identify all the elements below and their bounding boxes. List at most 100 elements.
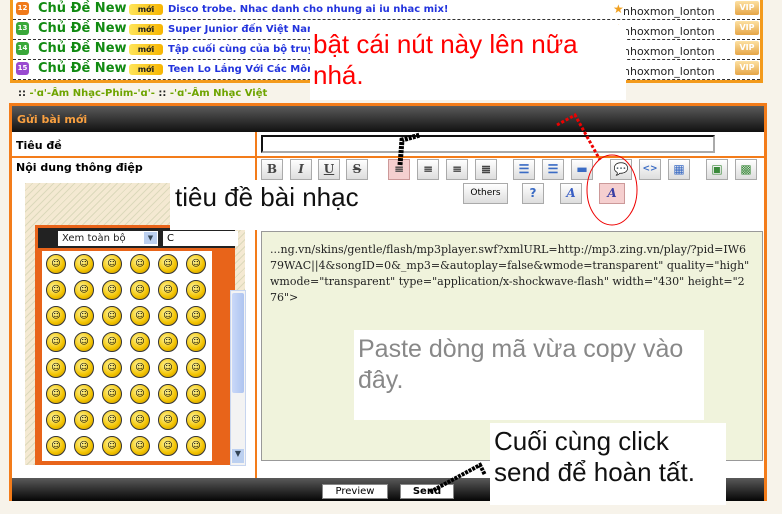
breadcrumb-link[interactable]: -'ɑ'-Âm Nhạc-Phim-'ɑ'- [29,88,154,99]
align-left-icon[interactable]: ≡ [388,159,410,180]
new-badge: mới [129,24,163,35]
code-icon[interactable]: <> [639,159,661,180]
smiley-icon[interactable]: ☺ [102,254,122,274]
smiley-icon[interactable]: ☺ [74,280,94,300]
smiley-icon[interactable]: ☺ [102,306,122,326]
smiley-icon[interactable]: ☺ [130,306,150,326]
smiley-icon[interactable]: ☺ [158,384,178,404]
smiley-icon[interactable]: ☺ [46,280,66,300]
preview-button[interactable]: Preview [322,484,388,499]
topic-user-link[interactable]: nhoxmon_lonton [623,65,715,78]
topic-user-link[interactable]: nhoxmon_lonton [623,25,715,38]
smiley-icon[interactable]: ☺ [102,332,122,352]
vip-badge: VIP [735,61,759,75]
remove-format-icon[interactable]: A [560,183,582,204]
smiley-icon[interactable]: ☺ [74,358,94,378]
smiley-icon[interactable]: ☺ [74,410,94,430]
smiley-box: Xem toàn bộ ▼ C ☺ ☺ ☺ ☺ ☺ ☺ ☺ ☺ ☺ ☺ ☺ ☺ ☺ ☺ ☺ ☺ ☺ ☺ ☺ ☺ ☺ ☺ ☺ ☺ ☺… [35,225,238,465]
smiley-icon[interactable]: ☺ [102,358,122,378]
smiley-icon[interactable]: ☺ [186,384,206,404]
smiley-icon[interactable]: ☺ [130,254,150,274]
others-button[interactable]: Others [463,183,508,204]
smiley-select-value: Xem toàn bộ [62,233,126,244]
smiley-icon[interactable]: ☺ [158,436,178,456]
smiley-icon[interactable]: ☺ [158,306,178,326]
bold-button[interactable]: B [261,159,283,180]
topic-number-icon: 14 [16,42,29,55]
message-label: Nội dung thông điệp [16,161,143,174]
smiley-icon[interactable]: ☺ [130,358,150,378]
smiley-icon[interactable]: ☺ [74,384,94,404]
smiley-icon[interactable]: ☺ [46,358,66,378]
smiley-icon[interactable]: ☺ [46,332,66,352]
new-badge: mới [129,44,163,55]
smiley-category-select[interactable]: Xem toàn bộ ▼ [58,231,158,246]
smiley-icon[interactable]: ☺ [46,384,66,404]
smiley-icon[interactable]: ☺ [186,358,206,378]
scroll-down-icon[interactable]: ▼ [232,449,244,463]
topic-link[interactable]: Teen Lo Lắng Với Các Môn [168,64,314,75]
topic-row: 12 Chủ Đề New mới Disco trobe. Nhac danh… [13,0,760,20]
smiley-icon[interactable]: ☺ [186,436,206,456]
bullet-list-icon[interactable]: ☰ [513,159,535,180]
quote-bubble-icon[interactable]: 💬 [610,159,632,180]
numbered-list-icon[interactable]: ☰ [542,159,564,180]
smiley-icon[interactable]: ☺ [102,436,122,456]
topic-link[interactable]: Tập cuối cùng của bộ truyệ [168,44,321,55]
italic-button[interactable]: I [290,159,312,180]
table-icon[interactable]: ▦ [668,159,690,180]
breadcrumb-link[interactable]: -'ɑ'-Âm Nhạc Việt [170,88,267,99]
strikethrough-button[interactable]: S [346,159,368,180]
smiley-icon[interactable]: ☺ [130,332,150,352]
smiley-icon[interactable]: ☺ [46,306,66,326]
smiley-icon[interactable]: ☺ [186,410,206,430]
smiley-icon[interactable]: ☺ [158,280,178,300]
message-text[interactable]: ...ng.vn/skins/gentle/flash/mp3player.sw… [270,242,750,306]
smiley-scrollbar[interactable]: ▼ [230,290,246,466]
topic-link[interactable]: Disco trobe. Nhac danh cho nhung ai iu n… [168,4,449,15]
smiley-icon[interactable]: ☺ [46,254,66,274]
smiley-icon[interactable]: ☺ [102,410,122,430]
smiley-icon[interactable]: ☺ [130,384,150,404]
switch-editor-mode-icon[interactable]: A [599,183,625,204]
smiley-icon[interactable]: ☺ [46,436,66,456]
smiley-icon[interactable]: ☺ [130,280,150,300]
smiley-icon[interactable]: ☺ [186,332,206,352]
smiley-icon[interactable]: ☺ [158,358,178,378]
justify-icon[interactable]: ≣ [475,159,497,180]
align-center-icon[interactable]: ≡ [417,159,439,180]
scrollbar-thumb[interactable] [232,293,244,393]
smiley-second-select[interactable]: C [163,231,238,246]
topic-user-link[interactable]: nhoxmon_lonton [623,45,715,58]
smiley-icon[interactable]: ☺ [158,410,178,430]
align-right-icon[interactable]: ≡ [446,159,468,180]
smiley-icon[interactable]: ☺ [74,436,94,456]
smiley-icon[interactable]: ☺ [186,280,206,300]
smiley-icon[interactable]: ☺ [74,332,94,352]
smiley-icon[interactable]: ☺ [158,254,178,274]
smiley-icon[interactable]: ☺ [74,306,94,326]
smiley-icon[interactable]: ☺ [46,410,66,430]
topic-user-link[interactable]: nhoxmon_lonton [623,5,715,18]
smiley-icon[interactable]: ☺ [74,254,94,274]
breadcrumb-separator: :: [158,88,167,99]
title-input[interactable] [261,135,715,153]
topic-link[interactable]: Super Junior đến Việt Nam [168,24,317,35]
annotation-toggle-button: bật cái nút này lên nữa nhá. [310,25,626,100]
smiley-icon[interactable]: ☺ [186,306,206,326]
save-image-icon[interactable]: ▣ [706,159,728,180]
insert-image-icon[interactable]: ▩ [735,159,757,180]
help-icon[interactable]: ? [522,183,544,204]
smiley-icon[interactable]: ☺ [130,436,150,456]
send-button[interactable]: Send [400,484,454,499]
annotation-song-title: tiêu đề bài nhạc [170,180,440,230]
underline-button[interactable]: U [318,159,340,180]
smiley-icon[interactable]: ☺ [102,384,122,404]
breadcrumb: :: -'ɑ'-Âm Nhạc-Phim-'ɑ'- :: -'ɑ'-Âm Nhạ… [18,88,267,99]
smiley-icon[interactable]: ☺ [158,332,178,352]
topic-label: Chủ Đề New [38,41,127,56]
smiley-icon[interactable]: ☺ [130,410,150,430]
horizontal-rule-icon[interactable]: ▬ [571,159,593,180]
smiley-icon[interactable]: ☺ [102,280,122,300]
smiley-icon[interactable]: ☺ [186,254,206,274]
